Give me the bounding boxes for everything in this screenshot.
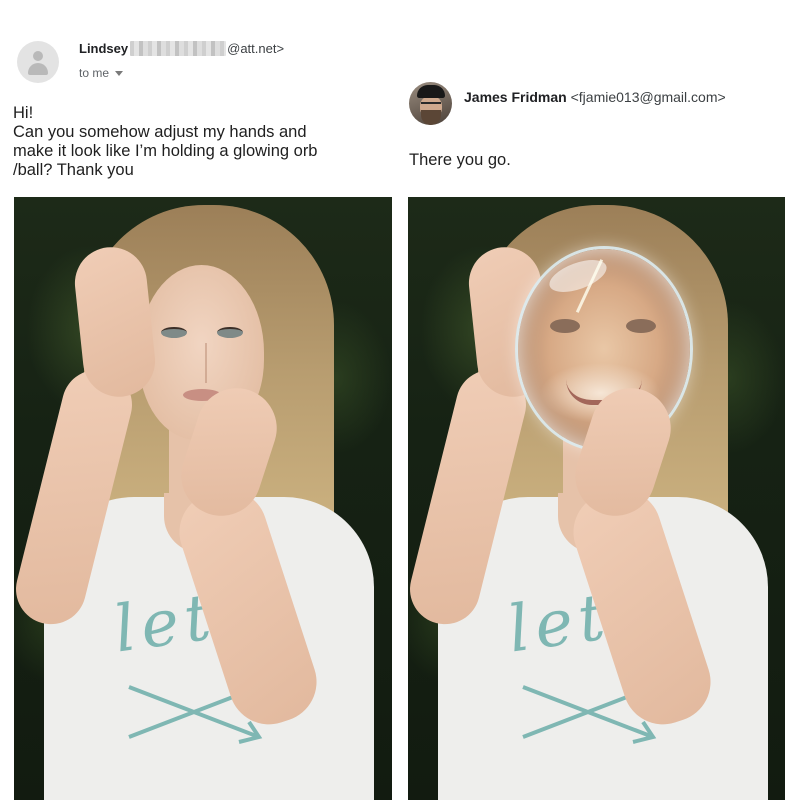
message-line: /ball? Thank you: [13, 161, 134, 179]
reply-sender: James Fridman <fjamie013@gmail.com>: [464, 89, 726, 105]
message-line: Can you somehow adjust my hands and: [13, 123, 307, 141]
recipient-label: to me: [79, 66, 110, 80]
redacted-email: [130, 41, 227, 56]
chevron-down-icon[interactable]: [115, 70, 124, 76]
request-email: Lindsey @att.net> to me Hi! Can you some…: [0, 0, 400, 200]
message-line: make it look like I’m holding a glowing …: [13, 142, 318, 160]
request-sender: Lindsey @att.net>: [79, 41, 284, 56]
reply-sender-email: <fjamie013@gmail.com>: [570, 89, 726, 105]
request-message-body: Hi! Can you somehow adjust my hands and …: [13, 104, 398, 180]
message-line: Hi!: [13, 104, 34, 122]
edited-photo[interactable]: let y: [408, 197, 785, 800]
avatar[interactable]: [409, 82, 452, 125]
sender-email-domain: @att.net>: [227, 41, 285, 56]
person-placeholder-icon[interactable]: [17, 41, 59, 83]
reply-sender-name[interactable]: James Fridman: [464, 89, 567, 105]
sender-name[interactable]: Lindsey: [79, 41, 128, 56]
original-photo[interactable]: let y: [14, 197, 392, 800]
recipient-details-toggle[interactable]: to me: [79, 66, 124, 80]
reply-message-body: There you go.: [409, 151, 511, 169]
